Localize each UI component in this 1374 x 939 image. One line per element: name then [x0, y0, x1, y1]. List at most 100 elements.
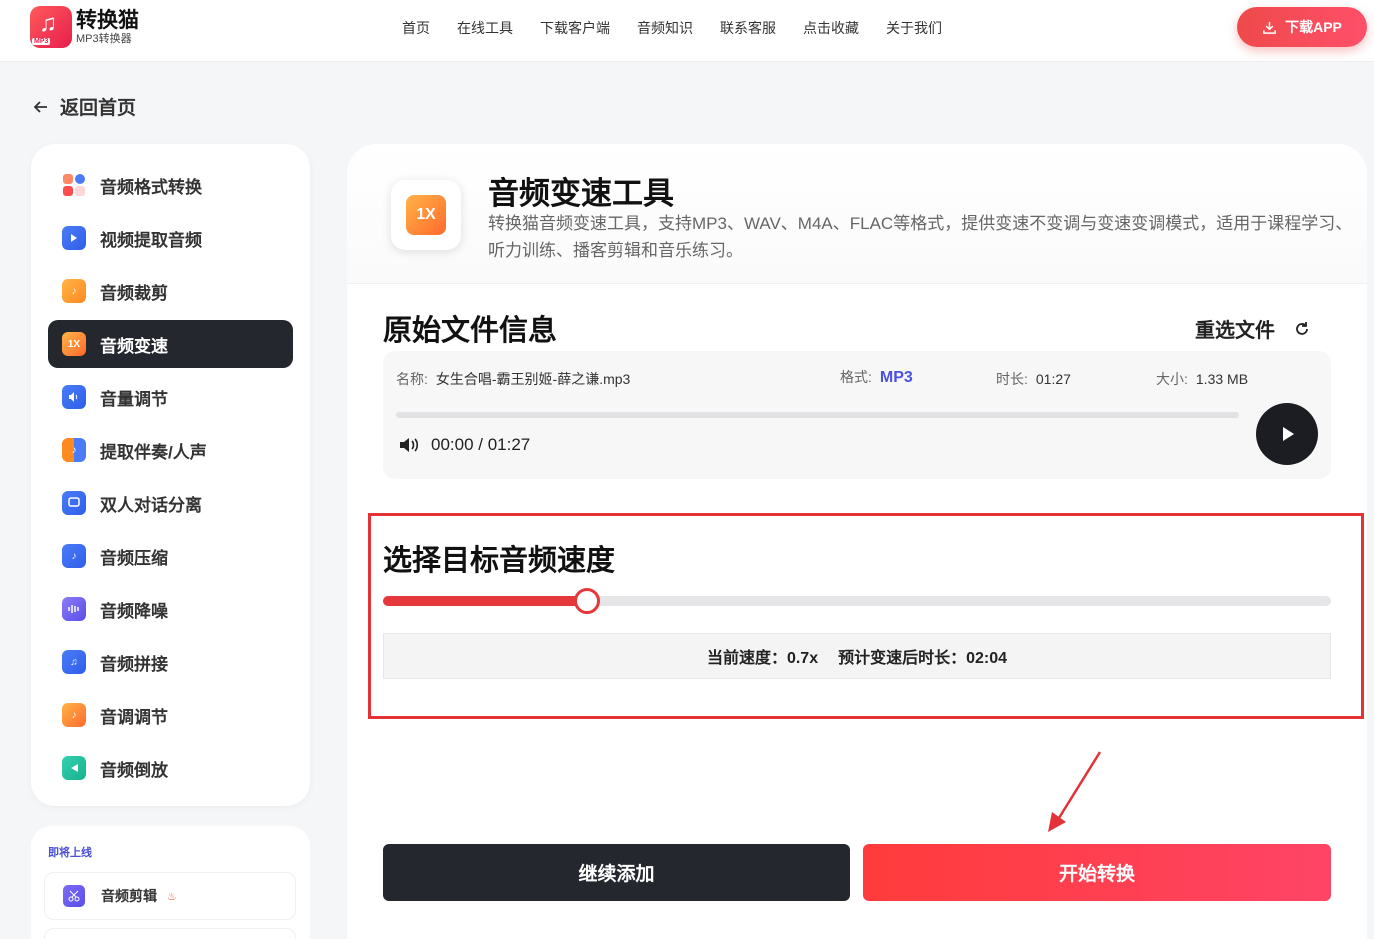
- logo-title: 转换猫: [76, 8, 139, 32]
- start-convert-button[interactable]: 开始转换: [863, 844, 1331, 901]
- logo-tag: MP3: [32, 38, 51, 45]
- sidebar-item-label: 视频提取音频: [100, 230, 202, 250]
- coming-soon-title: 即将上线: [48, 847, 92, 859]
- pitch-icon: ♪: [62, 703, 86, 727]
- tool-header: 1X 音频变速工具 转换猫音频变速工具，支持MP3、WAV、M4A、FLAC等格…: [347, 144, 1367, 284]
- logo[interactable]: ♫ MP3 转换猫 MP3转换器: [30, 6, 139, 48]
- file-format: 格式: MP3: [840, 367, 913, 387]
- nav-online-tools[interactable]: 在线工具: [457, 18, 513, 38]
- reselect-file-label: 重选文件: [1195, 320, 1275, 342]
- sidebar-item-label: 音频降噪: [100, 601, 168, 621]
- file-size-value: 1.33 MB: [1195, 371, 1249, 387]
- nav-contact-service[interactable]: 联系客服: [720, 18, 776, 38]
- current-speed: 当前速度：0.7x: [706, 650, 819, 667]
- sidebar-item-vocal-extract[interactable]: ♪ 提取伴奏/人声: [48, 426, 293, 474]
- nav-home[interactable]: 首页: [402, 18, 430, 38]
- reverse-icon: [62, 756, 86, 780]
- file-format-key: 格式:: [840, 369, 872, 385]
- annotation-arrow-icon: [1048, 751, 1102, 832]
- file-format-value: MP3: [879, 369, 913, 386]
- estimated-duration: 预计变速后时长：02:04: [838, 650, 1008, 667]
- file-duration-key: 时长:: [996, 371, 1028, 387]
- file-size-key: 大小:: [1156, 371, 1188, 387]
- download-app-label: 下载APP: [1285, 19, 1342, 35]
- play-button[interactable]: [1256, 403, 1318, 465]
- speed-tool-icon-text: 1X: [406, 195, 446, 235]
- arrow-left-icon: [32, 98, 50, 116]
- nav-audio-knowledge[interactable]: 音频知识: [637, 18, 693, 38]
- sidebar-item-compress[interactable]: ♪ 音频压缩: [48, 532, 293, 580]
- scissors-icon: [63, 885, 85, 907]
- sidebar-item-audio-cut[interactable]: ♪ 音频裁剪: [48, 267, 293, 315]
- nav-download-client[interactable]: 下载客户端: [540, 18, 610, 38]
- sidebar-item-pitch[interactable]: ♪ 音调调节: [48, 691, 293, 739]
- sidebar-item-audio-edit[interactable]: 音频剪辑 ♨: [44, 872, 296, 920]
- hot-icon: ♨: [167, 890, 177, 903]
- back-home-link[interactable]: 返回首页: [32, 93, 136, 120]
- nav-about-us[interactable]: 关于我们: [886, 18, 942, 38]
- highlight-frame: [368, 513, 1364, 719]
- sidebar-item-format-convert[interactable]: 音频格式转换: [48, 161, 293, 209]
- logo-subtitle: MP3转换器: [76, 32, 132, 45]
- logo-icon: ♫ MP3: [30, 6, 72, 48]
- sidebar-item-speed[interactable]: 1X 音频变速: [48, 320, 293, 368]
- file-name-key: 名称:: [396, 371, 428, 387]
- sidebar-item-label: 音频裁剪: [100, 283, 168, 303]
- playback-progress-bar[interactable]: [396, 412, 1239, 418]
- sidebar-item-denoise[interactable]: 音频降噪: [48, 585, 293, 633]
- compress-icon: ♪: [62, 544, 86, 568]
- continue-add-button[interactable]: 继续添加: [383, 844, 850, 901]
- sidebar-item-label: 音频倒放: [100, 760, 168, 780]
- sidebar-item-reverse[interactable]: 音频倒放: [48, 744, 293, 792]
- page-title: 音频变速工具: [488, 176, 674, 211]
- main-nav: 首页 在线工具 下载客户端 音频知识 联系客服 点击收藏 关于我们: [402, 18, 969, 38]
- download-icon: [1262, 20, 1277, 35]
- format-convert-icon: [62, 173, 86, 197]
- speed-slider[interactable]: [383, 588, 1331, 614]
- nav-bookmark[interactable]: 点击收藏: [803, 18, 859, 38]
- sidebar-item-label: 音频格式转换: [100, 177, 202, 197]
- sidebar-item-merge[interactable]: ♫ 音频拼接: [48, 638, 293, 686]
- sidebar-item-label: 音频剪辑: [101, 888, 157, 904]
- top-header: ♫ MP3 转换猫 MP3转换器 首页 在线工具 下载客户端 音频知识 联系客服…: [0, 0, 1374, 62]
- sidebar-item-label: 音频拼接: [100, 654, 168, 674]
- sidebar-item-label: 音调调节: [100, 707, 168, 727]
- sidebar-item-label: 音量调节: [100, 389, 168, 409]
- file-size: 大小: 1.33 MB: [1156, 369, 1248, 389]
- sidebar-item-volume[interactable]: 音量调节: [48, 373, 293, 421]
- sidebar-item-label: 音频压缩: [100, 548, 168, 568]
- play-icon: [1283, 427, 1294, 441]
- denoise-icon: [62, 597, 86, 621]
- list-item[interactable]: [44, 928, 296, 939]
- volume-icon: [62, 385, 86, 409]
- merge-icon: ♫: [62, 650, 86, 674]
- file-name-value: 女生合唱-霸王别姬-薛之谦.mp3: [435, 371, 631, 387]
- volume-icon[interactable]: [398, 435, 420, 455]
- file-name: 名称: 女生合唱-霸王别姬-薛之谦.mp3: [396, 369, 630, 389]
- vocal-extract-icon: ♪: [62, 438, 86, 462]
- sidebar-item-dialog-split[interactable]: 双人对话分离: [48, 479, 293, 527]
- video-extract-icon: [62, 226, 86, 250]
- reselect-file-button[interactable]: 重选文件: [1195, 314, 1311, 343]
- dialog-split-icon: [62, 491, 86, 515]
- sidebar-item-video-extract[interactable]: 视频提取音频: [48, 214, 293, 262]
- refresh-icon: [1293, 320, 1311, 338]
- speed-summary: 当前速度：0.7x 预计变速后时长：02:04: [383, 633, 1331, 679]
- file-info-box: 名称: 女生合唱-霸王别姬-薛之谦.mp3 格式: MP3 时长: 01:27 大小:…: [383, 351, 1331, 479]
- file-duration-value: 01:27: [1035, 371, 1071, 387]
- speed-slider-thumb[interactable]: [573, 588, 600, 614]
- file-duration: 时长: 01:27: [996, 369, 1071, 389]
- speed-icon: 1X: [62, 332, 86, 356]
- tool-sidebar: 音频格式转换 视频提取音频 ♪ 音频裁剪 1X 音频变速 音量调节 ♪ 提取伴奏…: [31, 144, 310, 806]
- sidebar-item-label: 提取伴奏/人声: [100, 442, 207, 462]
- file-info-title: 原始文件信息: [383, 315, 558, 347]
- download-app-button[interactable]: 下载APP: [1237, 7, 1367, 47]
- coming-soon-panel: 即将上线 音频剪辑 ♨: [31, 826, 310, 939]
- sidebar-item-label: 双人对话分离: [100, 495, 202, 515]
- back-home-label: 返回首页: [60, 98, 137, 119]
- tool-description: 转换猫音频变速工具，支持MP3、WAV、M4A、FLAC等格式，提供变速不变调与…: [488, 214, 1353, 260]
- audio-cut-icon: ♪: [62, 279, 86, 303]
- speed-slider-fill: [383, 596, 587, 606]
- sidebar-item-label: 音频变速: [100, 336, 168, 356]
- speed-tool-icon: 1X: [391, 180, 461, 250]
